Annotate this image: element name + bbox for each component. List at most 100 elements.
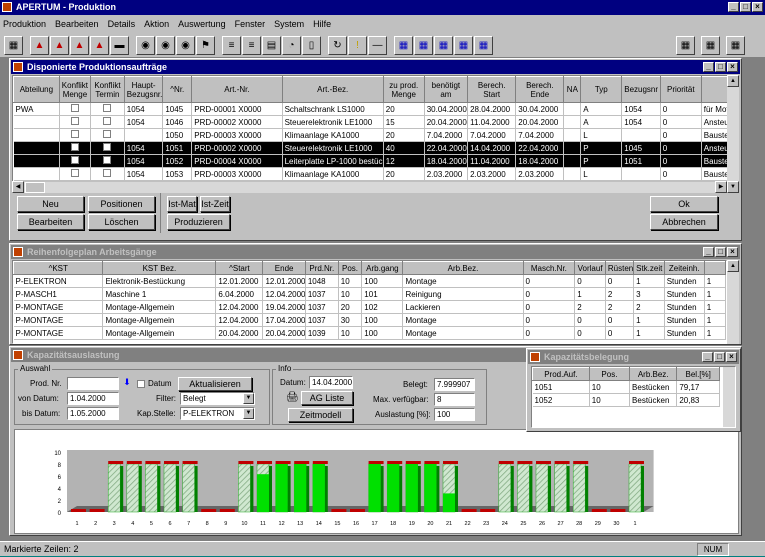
conflict-checkbox[interactable] bbox=[103, 156, 112, 164]
pie-icon[interactable]: ◔ bbox=[282, 35, 301, 55]
menu-item-2[interactable]: Details bbox=[108, 19, 136, 29]
table-cell[interactable]: 1054 bbox=[621, 102, 661, 116]
table-cell[interactable]: PRD-00002 X0000 bbox=[191, 115, 283, 129]
column-header[interactable]: Bel.[%] bbox=[676, 367, 720, 381]
table-cell[interactable]: 10 bbox=[589, 380, 631, 394]
table-cell[interactable]: 19.04.2000 bbox=[262, 300, 306, 314]
table-cell[interactable]: 0 bbox=[660, 167, 702, 181]
menu-item-6[interactable]: System bbox=[274, 19, 304, 29]
info-date-input[interactable]: 14.04.2000 bbox=[309, 376, 353, 389]
table-cell[interactable]: 0 bbox=[523, 287, 576, 301]
produce-button[interactable]: Produzieren bbox=[167, 214, 230, 230]
table-cell[interactable]: 17.04.2000 bbox=[262, 313, 306, 327]
column-header[interactable]: Masch.Nr. bbox=[522, 261, 576, 275]
table-cell[interactable]: 20 bbox=[338, 300, 363, 314]
table-cell[interactable]: 30 bbox=[338, 313, 363, 327]
column-header[interactable]: Art.-Nr. bbox=[191, 76, 283, 103]
table-cell[interactable]: P-ELEKTRON bbox=[13, 274, 104, 288]
table-cell[interactable]: 1045 bbox=[621, 141, 661, 155]
table-cell[interactable]: Stunden bbox=[664, 300, 705, 314]
table-cell[interactable]: PRD-00004 X0000 bbox=[191, 154, 283, 168]
table-cell[interactable]: 0 bbox=[660, 141, 702, 155]
table-cell[interactable]: 2.03.2000 bbox=[424, 167, 469, 181]
scroll-up-icon[interactable]: ▲ bbox=[727, 260, 739, 272]
column-header[interactable]: benötigt am bbox=[423, 76, 469, 103]
table-cell[interactable]: P-MONTAGE bbox=[13, 300, 104, 314]
table-row[interactable]: P-ELEKTRON Elektronik-Bestückung 12.01.200… bbox=[13, 274, 726, 288]
table-cell[interactable]: Steuerelektronik LE1000 bbox=[282, 115, 384, 129]
table-cell[interactable]: Klimaanlage KA1000 bbox=[282, 167, 384, 181]
plan4-icon[interactable]: ▦ bbox=[454, 35, 473, 55]
table-cell[interactable]: 1 bbox=[633, 326, 665, 340]
menu-item-0[interactable]: Produktion bbox=[3, 19, 46, 29]
table-cell[interactable]: 20 bbox=[383, 128, 425, 142]
table-cell[interactable]: 1 bbox=[704, 313, 726, 327]
table-cell[interactable] bbox=[59, 141, 92, 155]
table-cell[interactable]: Montage-Allgemein bbox=[102, 300, 217, 314]
table-cell[interactable]: 22.04.2000 bbox=[515, 141, 565, 155]
table-cell[interactable]: 1054 bbox=[124, 102, 164, 116]
column-header[interactable]: Stk.zeit bbox=[633, 261, 665, 275]
table-row[interactable]: P-MONTAGE Montage-Allgemein 20.04.2000 20.0… bbox=[13, 326, 726, 340]
column-header[interactable]: ^Nr. bbox=[162, 76, 193, 103]
table-cell[interactable]: 11.04.2000 bbox=[467, 154, 517, 168]
sheet-icon[interactable]: ▤ bbox=[262, 35, 281, 55]
table-cell[interactable]: 20.04.2000 bbox=[215, 326, 264, 340]
chart2-icon[interactable]: ▲ bbox=[50, 35, 69, 55]
table-cell[interactable] bbox=[13, 167, 60, 181]
table-cell[interactable] bbox=[563, 128, 582, 142]
table-cell[interactable]: 1 bbox=[704, 300, 726, 314]
prod-nr-input[interactable] bbox=[67, 377, 119, 390]
table-cell[interactable] bbox=[13, 115, 60, 129]
table-cell[interactable] bbox=[90, 154, 125, 168]
minimize-button[interactable]: _ bbox=[703, 62, 714, 72]
table-cell[interactable]: 10 bbox=[338, 326, 363, 340]
table-cell[interactable]: 0 bbox=[523, 274, 576, 288]
maximize-button[interactable]: □ bbox=[715, 247, 726, 257]
plan-extra3-icon[interactable]: ▦ bbox=[726, 35, 745, 55]
table-cell[interactable] bbox=[59, 115, 92, 129]
table-cell[interactable]: 0 bbox=[523, 300, 576, 314]
table-cell[interactable]: Lackieren bbox=[402, 300, 524, 314]
maximize-button[interactable]: □ bbox=[740, 2, 751, 12]
table-cell[interactable]: P bbox=[580, 154, 623, 168]
table-cell[interactable]: 0 bbox=[605, 326, 635, 340]
table-cell[interactable]: 20 bbox=[383, 167, 425, 181]
table-cell[interactable]: 2 bbox=[574, 300, 606, 314]
table-cell[interactable] bbox=[621, 128, 661, 142]
table-cell[interactable]: Montage bbox=[402, 313, 524, 327]
table-cell[interactable]: 0 bbox=[660, 115, 702, 129]
table-cell[interactable]: 7.04.2000 bbox=[515, 128, 565, 142]
positions-button[interactable]: Positionen bbox=[88, 196, 155, 212]
table-cell[interactable] bbox=[59, 102, 92, 116]
table-row[interactable]: 1051 10 Bestücken 79,17 bbox=[532, 380, 720, 394]
table-cell[interactable]: PRD-00003 X0000 bbox=[191, 167, 283, 181]
menu-item-3[interactable]: Aktion bbox=[144, 19, 169, 29]
table-row[interactable]: 1054 1053 PRD-00003 X0000 Klimaanlage KA100… bbox=[13, 167, 738, 181]
new-button[interactable]: Neu bbox=[17, 196, 84, 212]
table-cell[interactable]: 1048 bbox=[305, 274, 339, 288]
table-cell[interactable]: 2.03.2000 bbox=[515, 167, 565, 181]
chart3-icon[interactable]: ▲ bbox=[70, 35, 89, 55]
table-cell[interactable] bbox=[13, 141, 60, 155]
line-icon[interactable]: — bbox=[368, 35, 387, 55]
table-cell[interactable]: 1052 bbox=[162, 154, 193, 168]
table-cell[interactable]: 12.04.2000 bbox=[262, 287, 306, 301]
table-cell[interactable] bbox=[59, 128, 92, 142]
conflict-checkbox[interactable] bbox=[103, 169, 112, 177]
cancel-button[interactable]: Abbrechen bbox=[650, 214, 718, 230]
vertical-scrollbar[interactable]: ▲ ▼ bbox=[727, 75, 739, 193]
table-cell[interactable]: 12.04.2000 bbox=[215, 313, 264, 327]
table-cell[interactable]: 1 bbox=[633, 274, 665, 288]
table-cell[interactable]: 0 bbox=[605, 313, 635, 327]
column-header[interactable]: KST Bez. bbox=[102, 261, 217, 275]
conflict-checkbox[interactable] bbox=[103, 117, 112, 125]
table-cell[interactable]: Montage-Allgemein bbox=[102, 313, 217, 327]
minimize-button[interactable]: _ bbox=[702, 352, 713, 362]
table-cell[interactable]: 22.04.2000 bbox=[424, 141, 469, 155]
table-cell[interactable] bbox=[124, 128, 164, 142]
globe1-icon[interactable]: ◉ bbox=[136, 35, 155, 55]
table-cell[interactable]: Leiterplatte LP-1000 bestückt bbox=[282, 154, 384, 168]
table-cell[interactable]: 1039 bbox=[305, 326, 339, 340]
table-cell[interactable]: 79,17 bbox=[676, 380, 720, 394]
